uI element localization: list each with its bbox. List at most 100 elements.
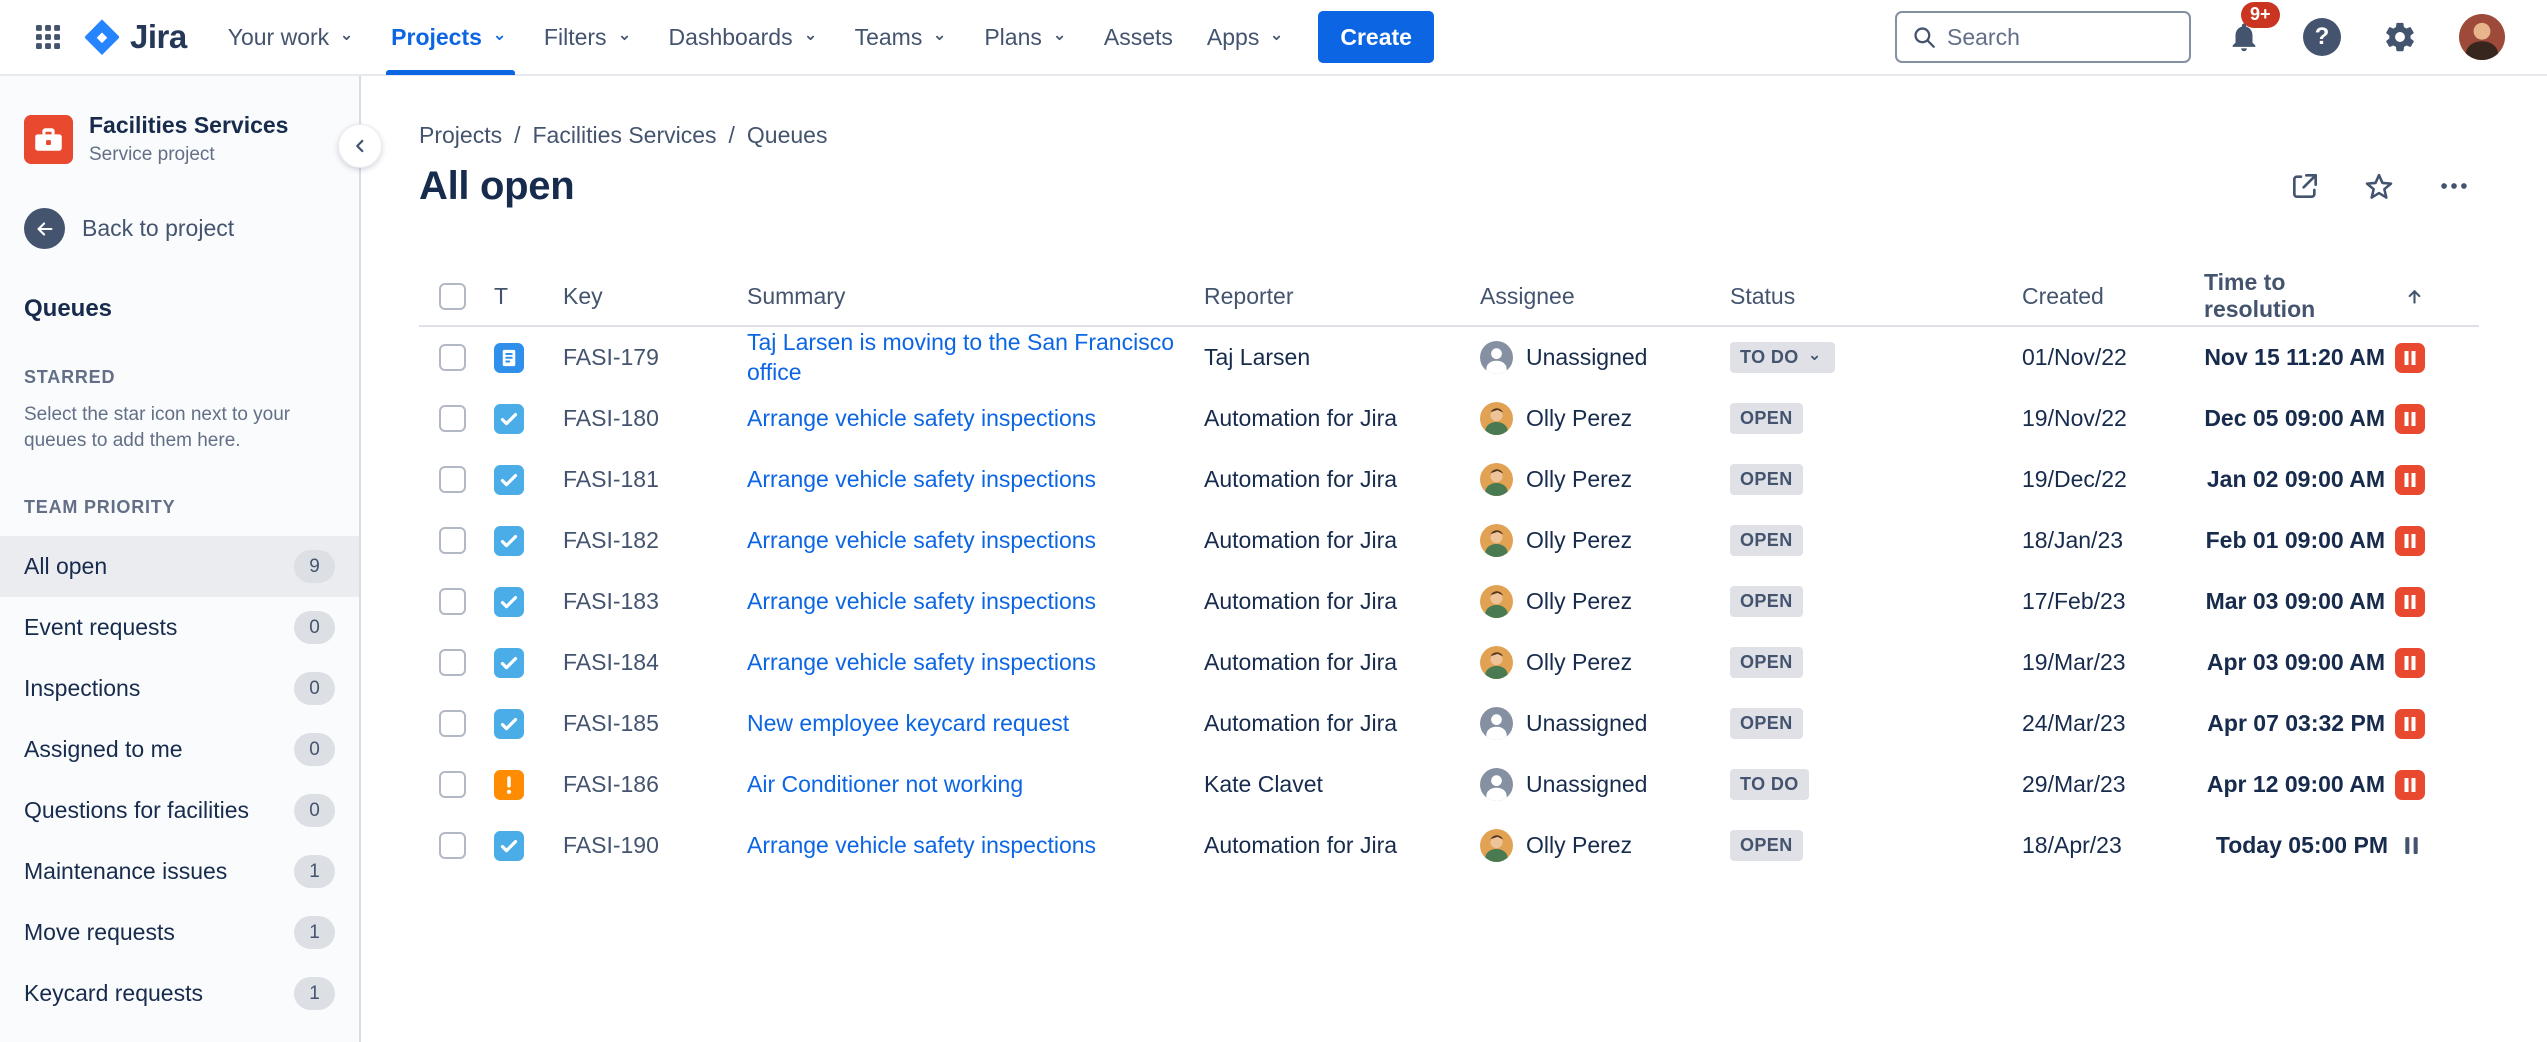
status-badge[interactable]: OPEN [1730, 464, 1803, 495]
column-header-reporter[interactable]: Reporter [1204, 283, 1480, 310]
issue-summary-link[interactable]: Arrange vehicle safety inspections [747, 404, 1096, 434]
status-badge[interactable]: TO DO [1730, 342, 1835, 373]
assignee-avatar [1480, 463, 1513, 496]
column-header-assignee[interactable]: Assignee [1480, 283, 1730, 310]
queue-item-inspections[interactable]: Inspections0 [0, 658, 359, 719]
status-badge[interactable]: OPEN [1730, 830, 1803, 861]
nav-item-plans[interactable]: Plans [967, 0, 1087, 75]
breadcrumb-projects[interactable]: Projects [419, 122, 502, 149]
app-switcher-button[interactable] [22, 11, 74, 63]
sla-paused-dark-icon [2398, 832, 2425, 859]
queue-item-event-requests[interactable]: Event requests0 [0, 597, 359, 658]
nav-item-teams[interactable]: Teams [838, 0, 968, 75]
row-checkbox[interactable] [439, 344, 466, 371]
queue-item-count: 0 [294, 672, 335, 705]
jira-logo[interactable]: Jira [80, 18, 197, 56]
status-badge[interactable]: OPEN [1730, 647, 1803, 678]
nav-item-label: Dashboards [669, 24, 793, 51]
status-badge[interactable]: OPEN [1730, 525, 1803, 556]
select-all-checkbox[interactable] [439, 283, 466, 310]
column-header-created[interactable]: Created [2022, 283, 2204, 310]
column-header-summary[interactable]: Summary [747, 283, 1204, 310]
issue-summary-link[interactable]: Arrange vehicle safety inspections [747, 587, 1096, 617]
row-checkbox[interactable] [439, 527, 466, 554]
column-header-time-to-resolution[interactable]: Time to resolution [2204, 269, 2479, 323]
nav-item-filters[interactable]: Filters [527, 0, 652, 75]
collapse-sidebar-button[interactable] [338, 124, 382, 168]
ellipsis-icon [2437, 169, 2471, 203]
help-button[interactable]: ? [2297, 12, 2347, 62]
issue-key: FASI-184 [563, 649, 747, 676]
row-checkbox[interactable] [439, 710, 466, 737]
profile-avatar[interactable] [2453, 8, 2511, 66]
status-badge[interactable]: OPEN [1730, 403, 1803, 434]
status-badge[interactable]: OPEN [1730, 586, 1803, 617]
issue-summary-link[interactable]: Air Conditioner not working [747, 770, 1023, 800]
row-checkbox[interactable] [439, 771, 466, 798]
sla-paused-red-icon [2395, 587, 2425, 617]
nav-item-label: Filters [544, 24, 607, 51]
nav-item-apps[interactable]: Apps [1190, 0, 1304, 75]
issue-reporter: Automation for Jira [1204, 527, 1480, 554]
search-box[interactable] [1895, 11, 2191, 63]
sort-ascending-icon [2404, 286, 2425, 307]
chevron-down-icon [489, 27, 510, 48]
issue-summary-link[interactable]: Taj Larsen is moving to the San Francisc… [747, 328, 1204, 388]
nav-item-label: Your work [228, 24, 329, 51]
breadcrumb-separator: / [729, 122, 735, 149]
queue-table: T Key Summary Reporter Assignee Status C… [419, 267, 2479, 876]
issue-reporter: Automation for Jira [1204, 405, 1480, 432]
issue-summary-link[interactable]: Arrange vehicle safety inspections [747, 526, 1096, 556]
status-badge[interactable]: OPEN [1730, 708, 1803, 739]
row-checkbox[interactable] [439, 405, 466, 432]
queue-item-keycard-requests[interactable]: Keycard requests1 [0, 963, 359, 1024]
issue-key: FASI-186 [563, 771, 747, 798]
column-header-type[interactable]: T [494, 283, 563, 310]
issue-created-date: 24/Mar/23 [2022, 710, 2204, 737]
more-actions-button[interactable] [2429, 161, 2479, 211]
row-checkbox[interactable] [439, 466, 466, 493]
queue-item-questions-for-facilities[interactable]: Questions for facilities0 [0, 780, 359, 841]
queue-item-move-requests[interactable]: Move requests1 [0, 902, 359, 963]
assignee-name: Unassigned [1526, 344, 1647, 371]
sla-paused-red-icon [2395, 526, 2425, 556]
issue-key: FASI-182 [563, 527, 747, 554]
issue-key: FASI-183 [563, 588, 747, 615]
row-checkbox[interactable] [439, 832, 466, 859]
column-header-key[interactable]: Key [563, 283, 747, 310]
settings-button[interactable] [2377, 14, 2423, 60]
row-checkbox[interactable] [439, 649, 466, 676]
create-button[interactable]: Create [1318, 11, 1434, 63]
column-header-status[interactable]: Status [1730, 283, 2022, 310]
user-avatar-image [2459, 14, 2505, 60]
nav-item-projects[interactable]: Projects [374, 0, 527, 75]
time-to-resolution-value: Dec 05 09:00 AM [2204, 405, 2385, 432]
search-input[interactable] [1947, 24, 2175, 51]
queue-item-assigned-to-me[interactable]: Assigned to me0 [0, 719, 359, 780]
chevron-down-icon [614, 27, 635, 48]
back-to-project[interactable]: Back to project [0, 208, 359, 249]
star-icon [2363, 170, 2395, 202]
issue-key: FASI-185 [563, 710, 747, 737]
nav-item-dashboards[interactable]: Dashboards [652, 0, 838, 75]
export-button[interactable] [2281, 162, 2329, 210]
status-badge[interactable]: TO DO [1730, 769, 1809, 800]
issue-reporter: Automation for Jira [1204, 832, 1480, 859]
issue-row-fasi-182: FASI-182Arrange vehicle safety inspectio… [419, 510, 2479, 571]
issue-summary-link[interactable]: Arrange vehicle safety inspections [747, 465, 1096, 495]
issue-summary-link[interactable]: Arrange vehicle safety inspections [747, 831, 1096, 861]
queue-item-maintenance-issues[interactable]: Maintenance issues1 [0, 841, 359, 902]
star-button[interactable] [2355, 162, 2403, 210]
back-to-project-label: Back to project [82, 215, 234, 242]
breadcrumb-queues[interactable]: Queues [747, 122, 828, 149]
breadcrumb-facilities-services[interactable]: Facilities Services [532, 122, 716, 149]
nav-item-assets[interactable]: Assets [1087, 0, 1190, 75]
row-checkbox[interactable] [439, 588, 466, 615]
queue-item-all-open[interactable]: All open9 [0, 536, 359, 597]
issue-summary-link[interactable]: Arrange vehicle safety inspections [747, 648, 1096, 678]
sla-paused-red-icon [2395, 648, 2425, 678]
nav-item-your-work[interactable]: Your work [211, 0, 374, 75]
issue-summary-link[interactable]: New employee keycard request [747, 709, 1069, 739]
notifications-button[interactable]: 9+ [2221, 14, 2267, 60]
assignee-name: Olly Perez [1526, 466, 1632, 493]
